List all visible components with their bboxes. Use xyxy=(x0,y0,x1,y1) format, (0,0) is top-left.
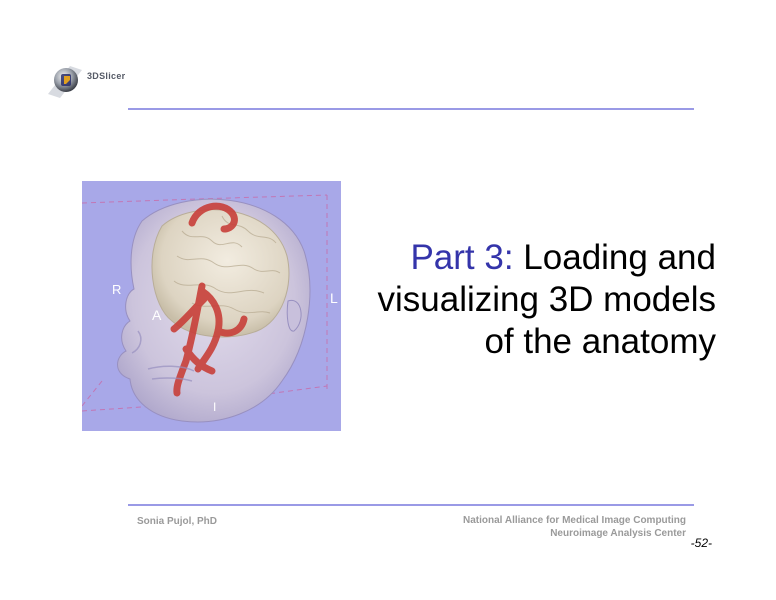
footer-org-line-2: Neuroimage Analysis Center xyxy=(550,528,686,539)
page-number: -52- xyxy=(690,536,712,550)
title-line-3: of the anatomy xyxy=(484,322,716,361)
title-line-2: visualizing 3D models xyxy=(377,280,716,319)
orientation-label-inferior: I xyxy=(213,400,216,414)
slicer-logo: 3DSlicer xyxy=(44,60,154,100)
slicer-logo-icon xyxy=(48,66,82,98)
title-line-1-text: Loading and xyxy=(523,238,716,277)
slide: 3DSlicer R L A I Part 3: Loading and vis… xyxy=(0,0,776,600)
bottom-rule xyxy=(128,504,694,506)
footer-org-line-1: National Alliance for Medical Image Comp… xyxy=(463,515,686,526)
orientation-label-anterior: A xyxy=(152,307,162,323)
top-rule xyxy=(128,108,694,110)
footer-author: Sonia Pujol, PhD xyxy=(137,516,218,527)
orientation-label-right: R xyxy=(112,282,121,297)
title-part-label: Part 3: xyxy=(410,238,514,277)
slide-title: Part 3: Loading and visualizing 3D model… xyxy=(296,237,716,363)
logo-text: 3DSlicer xyxy=(87,71,126,81)
footer-organization: National Alliance for Medical Image Comp… xyxy=(463,514,686,540)
title-line-1: Part 3: Loading and xyxy=(296,237,716,279)
